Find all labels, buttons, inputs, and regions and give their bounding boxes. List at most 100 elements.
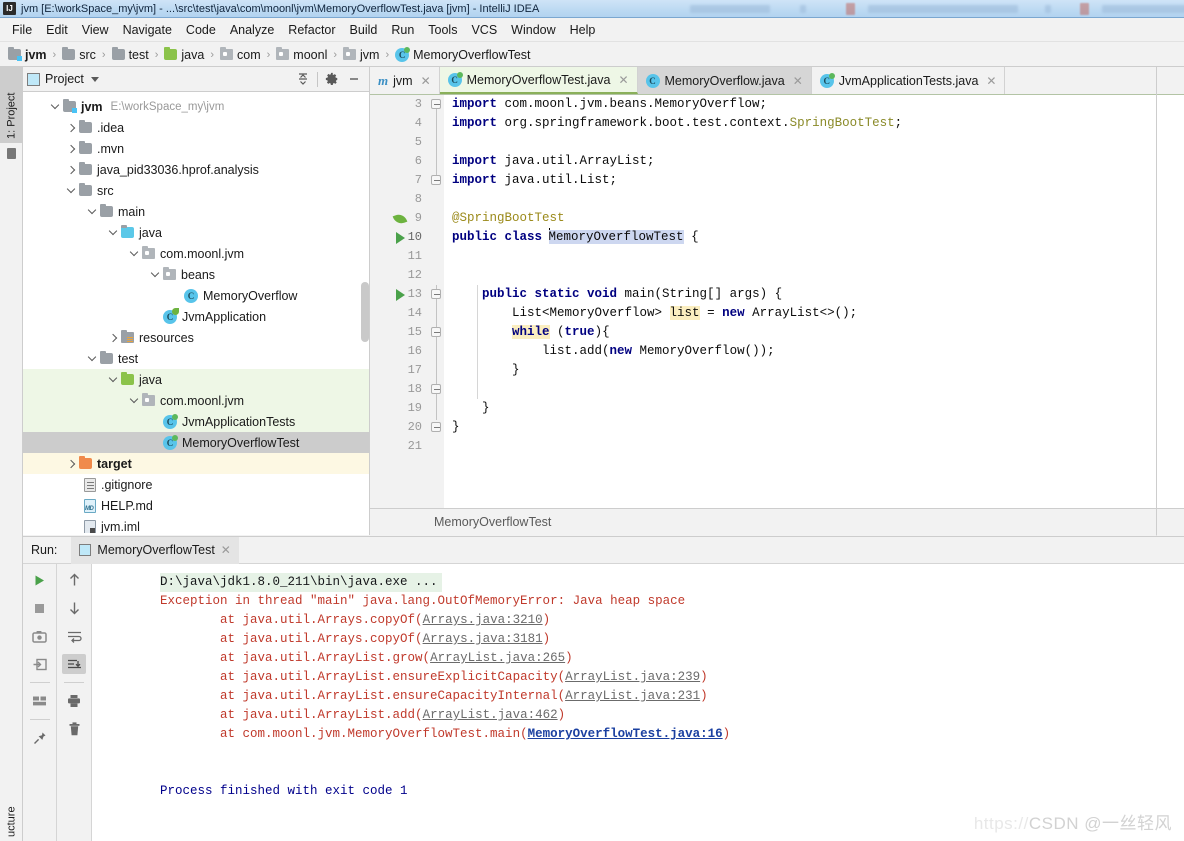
chevron-down-icon[interactable] <box>147 268 163 278</box>
console-output[interactable]: D:\java\jdk1.8.0_211\bin\java.exe ... Ex… <box>92 564 1184 841</box>
code-text-area[interactable]: import com.moonl.jvm.beans.MemoryOverflo… <box>444 95 1184 508</box>
menu-tools[interactable]: Tools <box>421 21 464 39</box>
chevron-down-icon[interactable] <box>47 100 63 110</box>
tree-item-hprof-analysis[interactable]: java_pid33036.hprof.analysis <box>23 159 369 180</box>
fold-marker[interactable] <box>431 422 441 432</box>
stacktrace-link[interactable]: ArrayList.java:462 <box>423 708 558 722</box>
menu-analyze[interactable]: Analyze <box>223 21 281 39</box>
chevron-down-icon[interactable] <box>84 352 100 362</box>
menu-view[interactable]: View <box>75 21 116 39</box>
breadcrumb-item-memoryoverflowtest[interactable]: C MemoryOverflowTest <box>395 46 531 62</box>
chevron-right-icon[interactable] <box>105 333 121 342</box>
stop-icon[interactable] <box>28 598 52 618</box>
print-icon[interactable] <box>62 691 86 711</box>
tree-item-jvmapplicationtests[interactable]: C JvmApplicationTests <box>23 411 369 432</box>
sidebar-tab-project[interactable]: 1: Project <box>0 67 23 143</box>
gear-icon[interactable] <box>321 68 343 90</box>
down-arrow-icon[interactable] <box>62 598 86 618</box>
chevron-down-icon[interactable] <box>63 184 79 194</box>
breadcrumb-item-com[interactable]: com <box>220 47 261 62</box>
stacktrace-link[interactable]: ArrayList.java:239 <box>565 670 700 684</box>
pin-icon[interactable] <box>28 728 52 748</box>
run-tab-memoryoverflowtest[interactable]: MemoryOverflowTest ✕ <box>71 536 239 564</box>
tree-item-memoryoverflow[interactable]: C MemoryOverflow <box>23 285 369 306</box>
fold-marker[interactable] <box>431 384 441 394</box>
menu-file[interactable]: File <box>5 21 39 39</box>
project-tree-scrollbar[interactable] <box>361 282 369 342</box>
chevron-down-icon[interactable] <box>105 226 121 236</box>
menu-run[interactable]: Run <box>384 21 421 39</box>
chevron-down-icon[interactable] <box>126 394 142 404</box>
hide-icon[interactable] <box>343 68 365 90</box>
editor-breadcrumb-label[interactable]: MemoryOverflowTest <box>434 515 551 529</box>
close-icon[interactable]: ✕ <box>221 543 231 557</box>
tree-item-memoryoverflowtest[interactable]: C MemoryOverflowTest <box>23 432 369 453</box>
tab-jvmapplicationtests-java[interactable]: C JvmApplicationTests.java ✕ <box>811 67 1006 94</box>
fold-marker[interactable] <box>431 99 441 109</box>
tab-jvm[interactable]: m jvm ✕ <box>370 67 440 94</box>
stacktrace-link[interactable]: MemoryOverflowTest.java:16 <box>528 727 723 741</box>
rerun-icon[interactable] <box>28 570 52 590</box>
menu-window[interactable]: Window <box>504 21 562 39</box>
menu-refactor[interactable]: Refactor <box>281 21 342 39</box>
tree-item-main-java[interactable]: java <box>23 222 369 243</box>
menu-navigate[interactable]: Navigate <box>116 21 179 39</box>
fold-marker[interactable] <box>431 175 441 185</box>
layout-icon[interactable] <box>28 691 52 711</box>
chevron-down-icon[interactable] <box>126 247 142 257</box>
close-icon[interactable]: ✕ <box>421 74 431 88</box>
run-class-icon[interactable] <box>392 228 408 247</box>
editor-gutter[interactable]: 3 4 5 6 7 8 9 10 11 12 13 14 15 16 17 18… <box>370 95 428 508</box>
tree-item-jvmapplication[interactable]: C JvmApplication <box>23 306 369 327</box>
menu-edit[interactable]: Edit <box>39 21 75 39</box>
soft-wrap-icon[interactable] <box>62 626 86 646</box>
tree-item-resources[interactable]: resources <box>23 327 369 348</box>
chevron-right-icon[interactable] <box>63 165 79 174</box>
tab-memoryoverflow-java[interactable]: C MemoryOverflow.java ✕ <box>637 67 812 94</box>
stacktrace-link[interactable]: ArrayList.java:265 <box>430 651 565 665</box>
code-editor[interactable]: 3 4 5 6 7 8 9 10 11 12 13 14 15 16 17 18… <box>370 95 1184 536</box>
tree-item-help-md[interactable]: MD HELP.md <box>23 495 369 516</box>
stacktrace-link[interactable]: ArrayList.java:231 <box>565 689 700 703</box>
chevron-right-icon[interactable] <box>63 144 79 153</box>
tab-memoryoverflowtest-java[interactable]: C MemoryOverflowTest.java ✕ <box>439 67 638 94</box>
camera-icon[interactable] <box>28 626 52 646</box>
close-icon[interactable]: ✕ <box>793 74 803 88</box>
close-icon[interactable]: ✕ <box>986 74 996 88</box>
tree-item-idea[interactable]: .idea <box>23 117 369 138</box>
tree-item-gitignore[interactable]: .gitignore <box>23 474 369 495</box>
tree-item-test[interactable]: test <box>23 348 369 369</box>
tree-item-test-package[interactable]: com.moonl.jvm <box>23 390 369 411</box>
fold-marker[interactable] <box>431 327 441 337</box>
breadcrumb-item-java[interactable]: java <box>164 47 204 62</box>
sidebar-tab-structure[interactable]: ucture <box>0 767 23 841</box>
trash-icon[interactable] <box>62 719 86 739</box>
stacktrace-link[interactable]: Arrays.java:3210 <box>423 613 543 627</box>
breadcrumb-item-src[interactable]: src <box>62 47 96 62</box>
menu-help[interactable]: Help <box>563 21 603 39</box>
breadcrumb-item-jvm[interactable]: jvm <box>8 47 47 62</box>
menu-build[interactable]: Build <box>343 21 385 39</box>
scroll-to-end-icon[interactable] <box>62 654 86 674</box>
tree-item-main-package[interactable]: com.moonl.jvm <box>23 243 369 264</box>
tree-item-jvm-iml[interactable]: jvm.iml <box>23 516 369 533</box>
tree-item-test-java[interactable]: java <box>23 369 369 390</box>
stacktrace-link[interactable]: Arrays.java:3181 <box>423 632 543 646</box>
editor-fold-column[interactable] <box>428 95 444 508</box>
chevron-down-icon[interactable] <box>90 76 99 82</box>
chevron-right-icon[interactable] <box>63 459 79 468</box>
run-method-icon[interactable] <box>392 285 408 304</box>
export-icon[interactable] <box>28 654 52 674</box>
breadcrumb-item-test[interactable]: test <box>111 47 149 62</box>
breadcrumb-item-jvm-pkg[interactable]: jvm <box>343 47 379 62</box>
tree-item-target[interactable]: target <box>23 453 369 474</box>
menu-code[interactable]: Code <box>179 21 223 39</box>
fold-marker[interactable] <box>431 289 441 299</box>
chevron-down-icon[interactable] <box>84 205 100 215</box>
tree-item-jvm[interactable]: jvm E:\workSpace_my\jvm <box>23 96 369 117</box>
tree-item-src[interactable]: src <box>23 180 369 201</box>
spring-leaf-icon[interactable] <box>392 209 408 228</box>
chevron-down-icon[interactable] <box>105 373 121 383</box>
collapse-all-icon[interactable] <box>292 68 314 90</box>
breadcrumb-item-moonl[interactable]: moonl <box>276 47 327 62</box>
